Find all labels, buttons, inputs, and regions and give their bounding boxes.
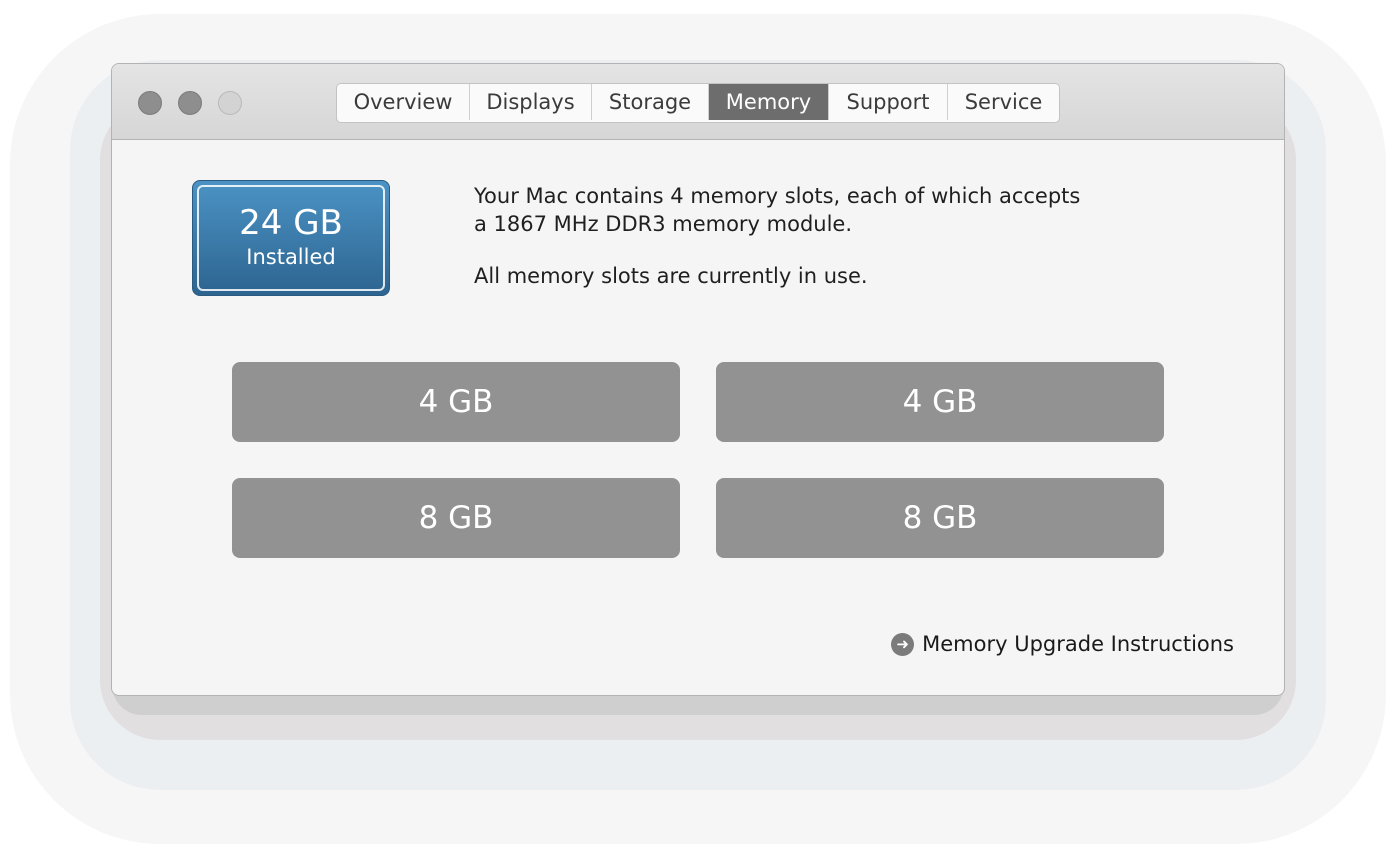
memory-description-line-2: a 1867 MHz DDR3 memory module. [474,212,853,236]
tab-support[interactable]: Support [829,84,948,120]
close-window-button[interactable] [138,91,162,115]
memory-slot-4: 8 GB [716,478,1164,558]
installed-memory-label: Installed [246,245,336,269]
memory-slot-1: 4 GB [232,362,680,442]
memory-slot-status: All memory slots are currently in use. [474,264,868,288]
tab-overview[interactable]: Overview [337,84,470,120]
tab-displays[interactable]: Displays [470,84,592,120]
titlebar: Overview Displays Storage Memory Support… [112,64,1284,140]
about-this-mac-window: Overview Displays Storage Memory Support… [111,63,1285,696]
memory-upgrade-instructions-label: Memory Upgrade Instructions [922,632,1234,656]
tab-storage[interactable]: Storage [592,84,709,120]
installed-memory-badge: 24 GB Installed [192,180,390,296]
memory-description: Your Mac contains 4 memory slots, each o… [474,182,1154,290]
minimize-window-button[interactable] [178,91,202,115]
tab-memory[interactable]: Memory [709,84,829,120]
memory-slot-3: 8 GB [232,478,680,558]
memory-upgrade-instructions-link[interactable]: ➜ Memory Upgrade Instructions [891,632,1234,656]
tab-bar: Overview Displays Storage Memory Support… [336,83,1060,123]
memory-slot-2: 4 GB [716,362,1164,442]
installed-memory-badge-inner: 24 GB Installed [197,185,385,291]
memory-description-line-1: Your Mac contains 4 memory slots, each o… [474,184,1081,208]
tab-service[interactable]: Service [948,84,1059,120]
arrow-circle-right-icon: ➜ [891,632,915,656]
zoom-window-button[interactable] [218,91,242,115]
installed-memory-size: 24 GB [239,203,343,243]
